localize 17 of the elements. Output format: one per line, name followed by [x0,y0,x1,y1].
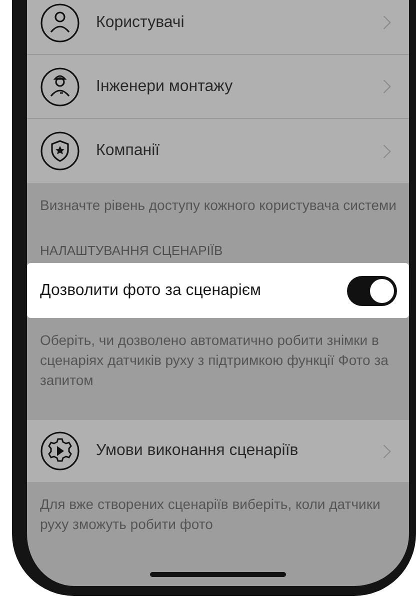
toggle-switch[interactable] [347,276,397,306]
section-footnote: Визначте рівень доступу кожного користувача системи [39,196,398,215]
chevron-icon [383,79,391,94]
chevron-icon [383,15,391,30]
worker-icon [40,66,80,106]
gear-play-icon [40,431,80,471]
chevron-icon [383,144,391,158]
menu-item[interactable]: Компанії [27,119,409,183]
menu-item[interactable]: Користувачі [27,0,409,55]
menu-item[interactable]: Інженери монтажу [27,55,409,119]
chevron-icon [383,444,391,458]
setting-label: Дозволити фото за сценарієм [40,282,262,300]
menu-item[interactable]: Умови виконання сценаріїв [27,420,409,482]
person-icon [40,2,80,42]
section-footnote: Оберіть, чи дозволено автоматично робити знімки в сценаріях датчиків руху з підтримкою функції Фото за запитом [39,331,390,390]
section-header: НАЛАШТУВАННЯ СЦЕНАРІЇВ [39,243,224,260]
section-footnote: Для вже створених сценаріїв виберіть, коли датчики руху зможуть робити фото [39,495,382,534]
